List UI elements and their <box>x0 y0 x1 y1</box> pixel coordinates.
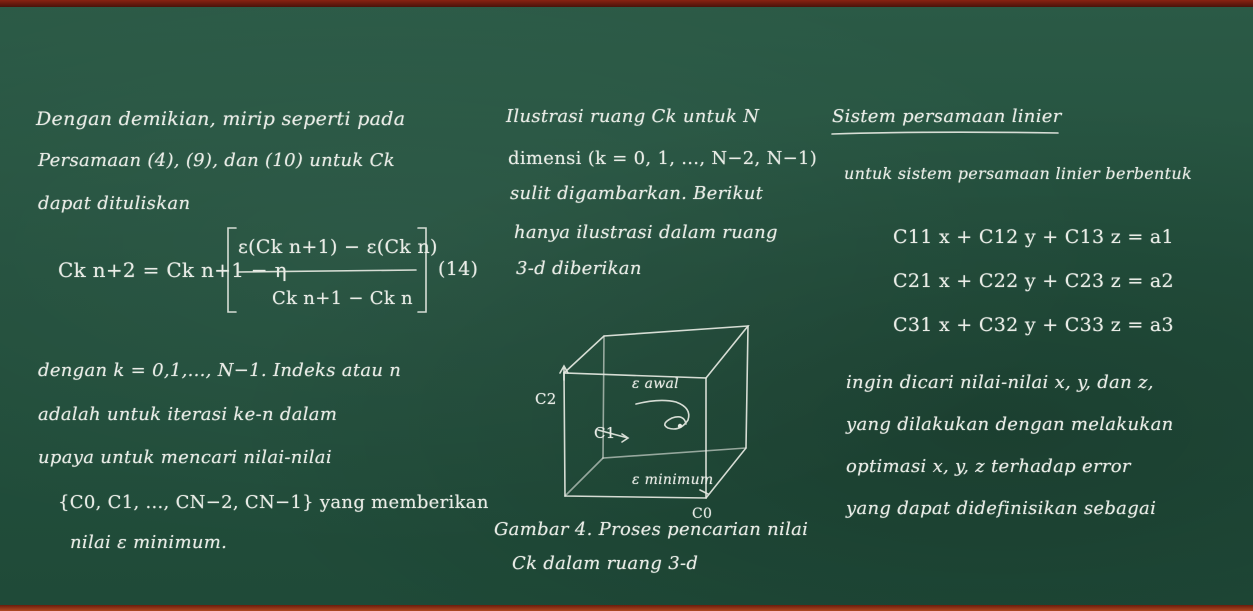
3d-box-diagram <box>559 325 750 499</box>
left-bracket <box>227 227 237 313</box>
fraction-bar <box>237 269 417 273</box>
chalk-drawings <box>227 131 1059 499</box>
chalkboard: Dengan demikian, mirip seperti pada Pers… <box>0 0 1253 611</box>
right-bracket <box>417 227 427 313</box>
board-frame-bottom <box>0 605 1253 611</box>
title-underline <box>831 131 1059 135</box>
